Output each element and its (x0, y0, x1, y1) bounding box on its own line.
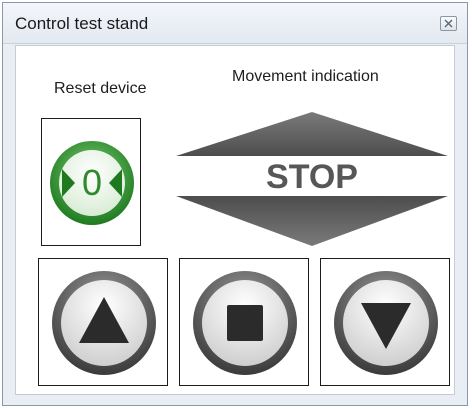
close-icon (444, 19, 453, 28)
triangle-up-icon (52, 271, 156, 375)
reset-device-button[interactable]: 0 (41, 118, 141, 246)
window: Control test stand Reset device Movement… (2, 2, 468, 406)
reset-glyph: 0 (82, 162, 102, 203)
movement-indicator: STOP (176, 112, 448, 248)
triangle-down-icon (334, 271, 438, 375)
reset-device-label: Reset device (54, 80, 147, 97)
down-arrow-icon (176, 196, 448, 246)
stop-button[interactable] (179, 258, 309, 386)
down-button[interactable] (320, 258, 450, 386)
close-button[interactable] (440, 16, 457, 31)
up-button[interactable] (38, 258, 168, 386)
title-bar: Control test stand (3, 3, 467, 44)
square-stop-icon (193, 271, 297, 375)
movement-status: STOP (266, 158, 358, 196)
control-panel: Reset device Movement indication 0 STOP (15, 45, 455, 395)
movement-indication-label: Movement indication (232, 68, 379, 85)
window-title: Control test stand (15, 14, 149, 33)
reset-icon: 0 (50, 141, 134, 225)
up-arrow-icon (176, 112, 448, 156)
